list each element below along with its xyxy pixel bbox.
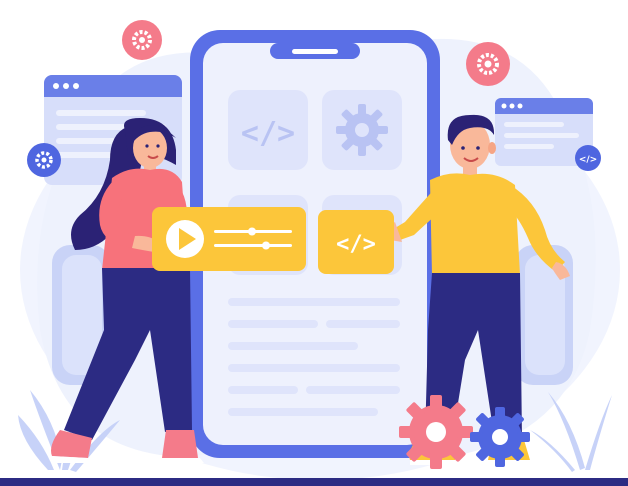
chair-right xyxy=(515,245,573,385)
app-development-illustration: </> </> </> xyxy=(0,0,628,486)
code-icon: </> xyxy=(336,232,376,257)
gear-icon xyxy=(399,395,473,469)
code-icon: </> xyxy=(241,116,295,151)
ground-line xyxy=(0,478,628,486)
video-player-card xyxy=(152,207,306,271)
svg-text:</>: </> xyxy=(579,155,597,165)
gear-icon xyxy=(122,20,162,60)
gear-icon xyxy=(27,143,61,177)
gear-icon xyxy=(336,104,388,156)
illustration-canvas: </> </> </> xyxy=(0,20,628,486)
code-icon: </> xyxy=(575,145,601,171)
gear-icon xyxy=(466,42,510,86)
code-card: </> xyxy=(318,210,394,274)
gear-icon xyxy=(470,407,530,467)
